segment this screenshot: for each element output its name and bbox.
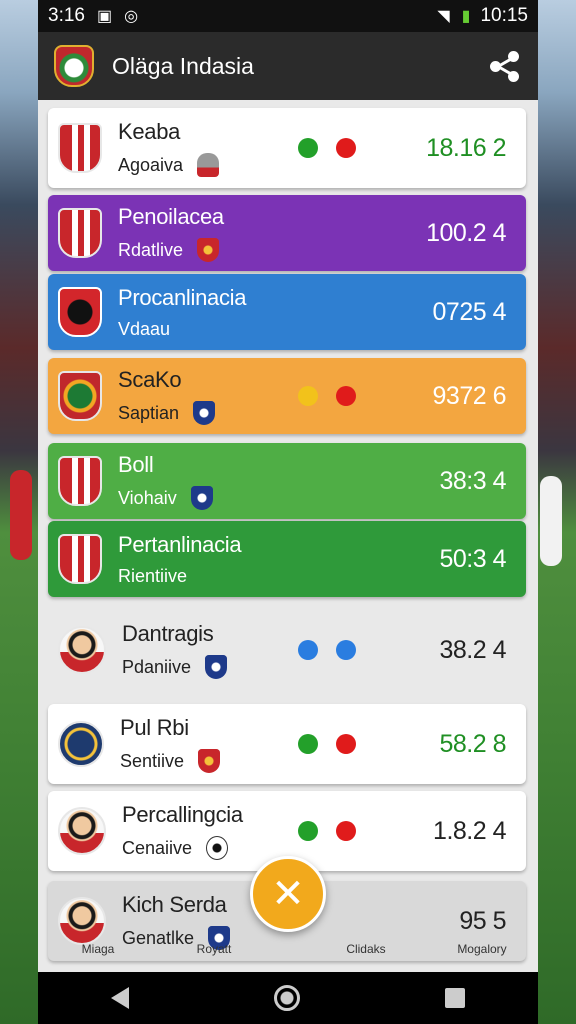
team-badge-icon bbox=[58, 371, 102, 421]
team-subtitle: Rientiive bbox=[118, 565, 188, 586]
tab-mogalory[interactable]: Mogalory bbox=[442, 942, 522, 956]
team-score: 1.8.2 4 bbox=[433, 816, 506, 845]
form-dot bbox=[298, 138, 318, 158]
team-name: Percallingcia bbox=[122, 802, 243, 827]
form-dot bbox=[298, 386, 318, 406]
battery-icon: ▮ bbox=[461, 8, 471, 25]
sync-icon: ◎ bbox=[124, 8, 139, 25]
app-bar: Oläga Indasia bbox=[38, 32, 538, 100]
competition-icon bbox=[197, 238, 220, 262]
team-badge-icon bbox=[58, 287, 102, 337]
list-item[interactable]: Boll Viohaiv 38:3 4 bbox=[48, 443, 526, 519]
team-badge-icon bbox=[58, 123, 102, 173]
team-subtitle: Pdaniive bbox=[122, 656, 192, 677]
team-name: Procanlinacia bbox=[118, 284, 247, 310]
app-logo bbox=[54, 45, 94, 87]
team-subtitle: Sentiive bbox=[120, 750, 185, 771]
team-score: 9372 6 bbox=[432, 381, 507, 410]
competition-icon bbox=[193, 401, 216, 425]
player-left bbox=[10, 470, 32, 560]
system-nav-bar bbox=[38, 972, 538, 1024]
team-score: 18.16 2 bbox=[426, 133, 506, 162]
team-badge-icon bbox=[58, 208, 102, 258]
team-subtitle: Saptian bbox=[118, 402, 180, 423]
form-dot bbox=[336, 734, 356, 754]
list-item[interactable]: Pertanlinacia Rientiive 50:3 4 bbox=[48, 521, 526, 597]
team-name: Pul Rbi bbox=[120, 715, 189, 740]
tab-miaga[interactable]: Miaga bbox=[58, 942, 138, 956]
team-badge-icon bbox=[58, 534, 102, 584]
list-item[interactable]: Pul Rbi Sentiive 58.2 8 bbox=[48, 704, 526, 784]
list-item[interactable]: Keaba Agoaiva 18.16 2 bbox=[48, 108, 526, 188]
tab-clidaks[interactable]: Clidaks bbox=[326, 942, 406, 956]
recents-icon[interactable] bbox=[445, 988, 466, 1008]
list-item[interactable]: Penoilacea Rdatlive 100.2 4 bbox=[48, 195, 526, 271]
player-right bbox=[540, 476, 562, 566]
team-badge-icon bbox=[58, 456, 102, 506]
team-subtitle: Cenaiive bbox=[122, 837, 193, 858]
team-subtitle: Agoaiva bbox=[118, 154, 184, 175]
status-time: 3:16 bbox=[48, 5, 85, 26]
list-item[interactable]: Procanlinacia Vdaau 0725 4 bbox=[48, 274, 526, 350]
list-item[interactable]: Dantragis Pdaniive 38.2 4 bbox=[48, 610, 526, 690]
standings-list: Keaba Agoaiva 18.16 2 Penoilacea Rdatlive 100… bbox=[38, 100, 538, 972]
team-name: ScaKo bbox=[118, 367, 182, 392]
team-score: 95 5 bbox=[459, 906, 506, 935]
competition-icon bbox=[197, 153, 220, 177]
team-name: Boll bbox=[118, 452, 154, 477]
form-indicators bbox=[298, 386, 356, 406]
form-dot bbox=[336, 138, 356, 158]
team-name: Pertanlinacia bbox=[118, 531, 242, 557]
form-indicators bbox=[298, 138, 356, 158]
app-title: Oläga Indasia bbox=[112, 52, 254, 79]
team-badge-icon bbox=[58, 626, 106, 674]
wifi-icon: ◥ bbox=[437, 8, 450, 25]
competition-icon bbox=[206, 836, 229, 860]
form-dot bbox=[298, 821, 318, 841]
team-score: 100.2 4 bbox=[426, 218, 506, 247]
form-dot bbox=[298, 640, 318, 660]
team-badge-icon bbox=[58, 721, 104, 767]
team-score: 38:3 4 bbox=[439, 466, 506, 495]
form-dot bbox=[336, 821, 356, 841]
list-item[interactable]: ScaKo Saptian 9372 6 bbox=[48, 358, 526, 434]
tab-royatt[interactable]: Royatt bbox=[174, 942, 254, 956]
competition-icon bbox=[198, 749, 221, 773]
team-score: 58.2 8 bbox=[439, 729, 506, 758]
team-badge-icon bbox=[58, 807, 106, 855]
team-name: Penoilacea bbox=[118, 204, 224, 229]
home-icon[interactable] bbox=[273, 985, 300, 1011]
team-score: 0725 4 bbox=[432, 297, 507, 326]
team-name: Dantragis bbox=[122, 621, 214, 646]
form-dot bbox=[336, 386, 356, 406]
team-score: 38.2 4 bbox=[439, 635, 506, 664]
image-notification-icon: ▣ bbox=[96, 8, 113, 25]
team-score: 50:3 4 bbox=[439, 544, 506, 573]
team-subtitle: Rdatlive bbox=[118, 239, 184, 260]
team-subtitle: Viohaiv bbox=[118, 487, 177, 508]
form-dot bbox=[298, 734, 318, 754]
status-bar: 3:16 ▣ ◎ ◥ ▮ 10:15 bbox=[38, 0, 538, 32]
form-indicators bbox=[298, 821, 356, 841]
team-badge-icon bbox=[58, 897, 106, 945]
form-indicators bbox=[298, 734, 356, 754]
team-name: Keaba bbox=[118, 119, 181, 144]
share-icon[interactable] bbox=[488, 49, 522, 83]
back-icon[interactable] bbox=[110, 987, 129, 1009]
competition-icon bbox=[205, 655, 228, 679]
competition-icon bbox=[190, 486, 213, 510]
close-icon: ✕ bbox=[271, 871, 305, 917]
team-subtitle: Vdaau bbox=[118, 318, 171, 339]
close-fab-button[interactable]: ✕ bbox=[250, 856, 326, 932]
form-indicators bbox=[298, 640, 356, 660]
status-clock: 10:15 bbox=[480, 5, 528, 26]
form-dot bbox=[336, 640, 356, 660]
